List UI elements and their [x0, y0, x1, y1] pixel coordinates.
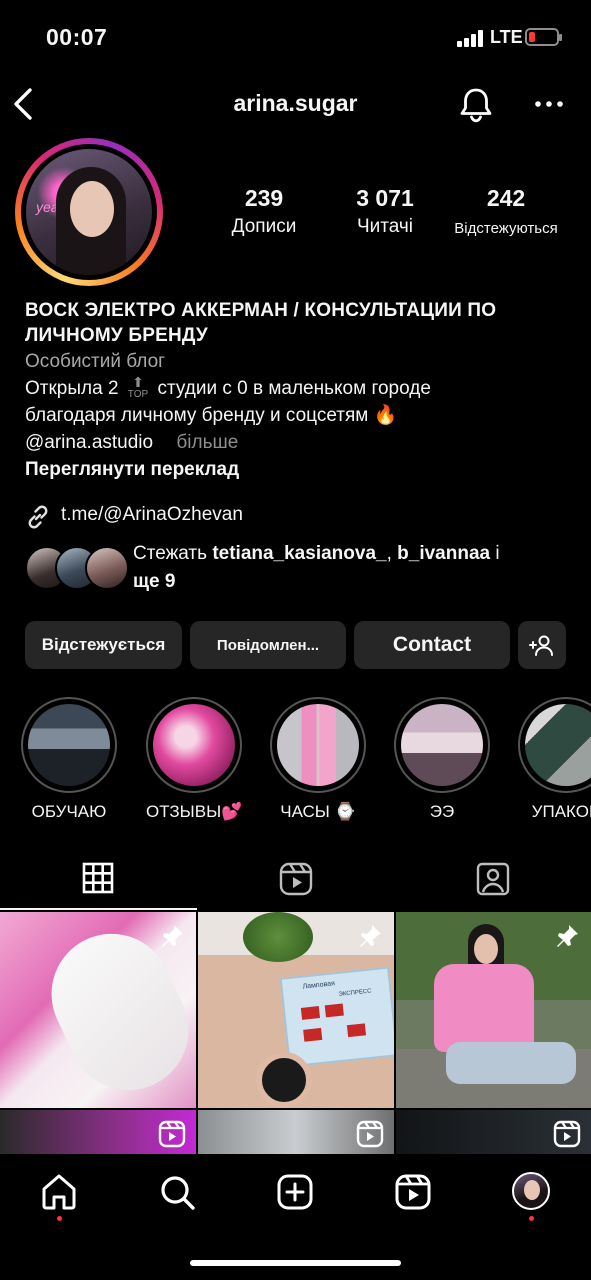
active-tab-indicator — [0, 908, 197, 910]
profile-avatar-story-ring[interactable]: yeah — [15, 138, 163, 286]
pin-icon — [557, 925, 578, 947]
profile-link-text[interactable]: t.me/@ArinaOzhevan — [61, 504, 243, 526]
followed-by-more[interactable]: ще 9 — [133, 571, 175, 592]
avatar — [85, 546, 129, 590]
stat-following[interactable]: 242 Відстежуються — [446, 185, 566, 237]
followed-by-user[interactable]: tetiana_kasianova_ — [212, 543, 386, 564]
notification-dot — [57, 1216, 62, 1221]
bio-more-link[interactable]: більше — [176, 432, 238, 453]
person-add-icon — [529, 635, 553, 656]
tab-posts-grid[interactable] — [0, 848, 197, 910]
stat-posts-label: Дописи — [231, 216, 297, 237]
bell-icon[interactable] — [458, 86, 494, 124]
story-highlight[interactable]: ОБУЧАЮ — [21, 697, 117, 822]
battery-icon — [525, 28, 562, 46]
story-highlight[interactable]: ЭЭ — [394, 697, 490, 822]
device-brand-label: Ламповая — [302, 980, 336, 991]
bio-line-3: @arina.astudio більше — [25, 429, 575, 456]
link-icon — [28, 505, 48, 529]
post-thumbnail[interactable] — [198, 1110, 394, 1154]
bio-line-1-end: студии с 0 в маленьком городе — [157, 378, 431, 399]
home-indicator — [190, 1260, 401, 1266]
stat-following-count: 242 — [486, 185, 526, 211]
post-thumbnail[interactable] — [0, 912, 196, 1108]
highlight-label: ЭЭ — [429, 802, 455, 821]
top-arrow-icon: ⬆ TOP — [127, 374, 149, 401]
tab-tagged[interactable] — [394, 848, 591, 910]
search-icon[interactable] — [157, 1172, 197, 1212]
home-icon[interactable] — [39, 1172, 79, 1212]
post-thumbnail[interactable] — [396, 1110, 591, 1154]
device-mode-label: ЭКСПРЕСС — [338, 988, 372, 998]
profile-display-name-line1: ВОСК ЭЛЕКТРО АККЕРМАН / КОНСУЛЬТАЦИИ ПО — [25, 300, 497, 321]
highlight-cover — [525, 704, 591, 786]
highlight-label: ЧАСЫ ⌚ — [280, 802, 356, 821]
bio-line-2: благодаря личному бренду и соцсетям 🔥 — [25, 405, 398, 426]
posts-grid: Ламповая ЭКСПРЕСС — [0, 912, 591, 1154]
stat-followers-count: 3 071 — [356, 185, 414, 211]
profile-avatar: yeah — [26, 149, 152, 275]
stat-posts-count: 239 — [244, 185, 284, 211]
post-thumbnail[interactable] — [0, 1110, 196, 1154]
profile-tabs — [0, 848, 591, 910]
profile-header: arina.sugar — [0, 76, 591, 134]
reels-icon — [279, 862, 313, 896]
story-highlight[interactable]: УПАКОВ — [518, 697, 591, 822]
profile-username: arina.sugar — [233, 90, 358, 116]
followed-by[interactable]: Стежать tetiana_kasianova_, b_ivannaa іщ… — [25, 540, 575, 600]
stat-followers-label: Читачі — [356, 216, 414, 237]
bio-line-1: Открыла 2 ⬆ TOP студии с 0 в маленьком го… — [25, 375, 575, 402]
post-thumbnail[interactable] — [396, 912, 591, 1108]
bio-line-1-start: Открыла 2 — [25, 378, 119, 399]
story-highlight[interactable]: ЧАСЫ ⌚ — [270, 697, 366, 822]
grid-icon — [82, 862, 114, 894]
message-button[interactable]: Повідомлен... — [190, 621, 346, 669]
pin-icon — [360, 925, 381, 947]
profile-avatar[interactable] — [512, 1172, 550, 1210]
story-highlight[interactable]: ОТЗЫВЫ💕 — [146, 697, 242, 822]
reels-icon[interactable] — [393, 1172, 433, 1212]
create-icon[interactable] — [275, 1172, 315, 1212]
add-person-button[interactable] — [518, 621, 566, 669]
reel-badge-icon — [356, 1120, 384, 1148]
contact-button[interactable]: Contact — [354, 621, 510, 669]
highlight-label: ОБУЧАЮ — [31, 802, 107, 821]
stat-following-label: Відстежуються — [454, 220, 558, 237]
stat-posts[interactable]: 239 Дописи — [214, 185, 314, 238]
tagged-icon — [476, 862, 510, 896]
status-time: 00:07 — [46, 24, 108, 50]
pin-icon — [162, 925, 183, 947]
highlight-cover — [401, 704, 483, 786]
reel-badge-icon — [553, 1120, 581, 1148]
highlight-label: УПАКОВ — [531, 802, 591, 821]
profile-bio: ВОСК ЭЛЕКТРО АККЕРМАН / КОНСУЛЬТАЦИИ ПО … — [25, 298, 575, 483]
highlight-label: ОТЗЫВЫ💕 — [146, 802, 243, 821]
followed-by-user[interactable]: b_ivannaa — [397, 543, 490, 564]
post-thumbnail[interactable]: Ламповая ЭКСПРЕСС — [198, 912, 394, 1108]
following-button[interactable]: Відстежується — [25, 621, 182, 669]
top-icon-label: TOP — [127, 389, 149, 401]
network-type: LTE — [490, 27, 523, 47]
tab-reels[interactable] — [197, 848, 394, 910]
reel-badge-icon — [158, 1120, 186, 1148]
more-horizontal-icon[interactable] — [534, 90, 564, 118]
followed-by-avatars — [25, 546, 129, 590]
see-translation-link[interactable]: Переглянути переклад — [25, 456, 575, 483]
notification-dot — [529, 1216, 534, 1221]
highlight-cover — [277, 704, 359, 786]
followed-by-text: Стежать tetiana_kasianova_, b_ivannaa іщ… — [133, 543, 500, 592]
highlight-cover — [28, 704, 110, 786]
signal-icon — [457, 29, 485, 47]
profile-category: Особистий блог — [25, 351, 166, 372]
highlight-cover — [153, 704, 235, 786]
profile-display-name-line2: ЛИЧНОМУ БРЕНДУ — [25, 325, 208, 346]
bio-mention-link[interactable]: @arina.astudio — [25, 432, 153, 453]
status-bar: 00:07 LTE — [0, 0, 591, 76]
stat-followers[interactable]: 3 071 Читачі — [335, 185, 435, 238]
